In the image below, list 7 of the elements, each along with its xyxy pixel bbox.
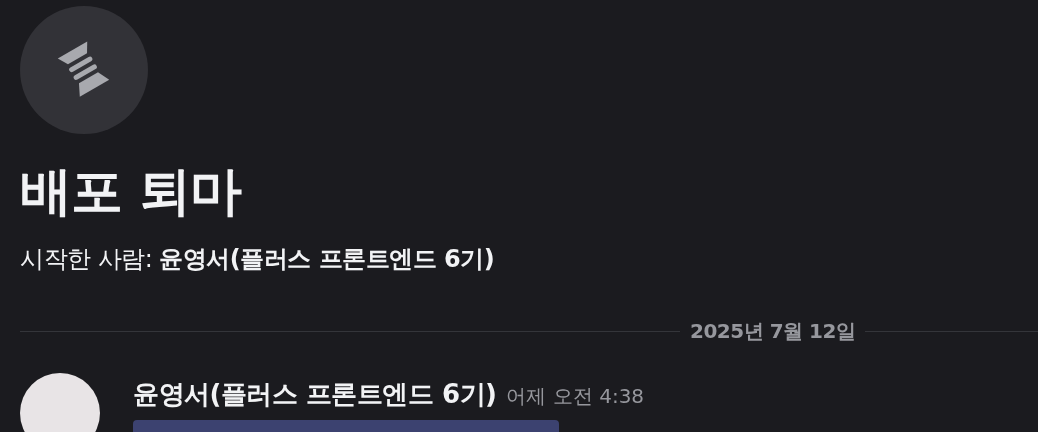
message-timestamp: 어제 오전 4:38 [506, 383, 645, 410]
thread-title: 배포 퇴마 [20, 160, 243, 222]
date-divider-label: 2025년 7월 12일 [689, 318, 857, 345]
starter-label: 시작한 사람: [20, 245, 153, 273]
message-author[interactable]: 윤영서(플러스 프론트엔드 6기) [133, 377, 497, 412]
avatar[interactable] [20, 373, 100, 432]
starter-name[interactable]: 윤영서(플러스 프론트엔드 6기) [159, 245, 495, 273]
